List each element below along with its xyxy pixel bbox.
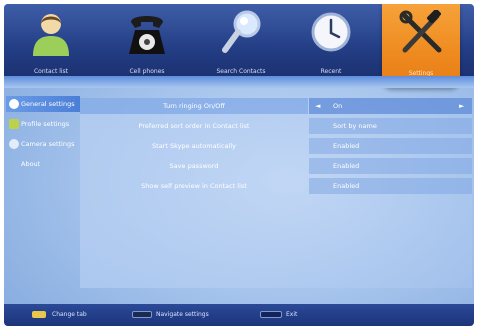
sidebar-item-label: About xyxy=(21,160,41,168)
setting-value-selector[interactable]: ◄ On ► xyxy=(309,98,472,114)
sidebar-item-profile-settings[interactable]: Profile settings xyxy=(6,116,80,132)
camera-settings-icon xyxy=(9,139,19,149)
sidebar-item-label: General settings xyxy=(21,100,75,108)
general-settings-icon xyxy=(9,99,19,109)
sidebar-item-label: Profile settings xyxy=(21,120,70,128)
sidebar-item-label: Camera settings xyxy=(21,140,75,148)
tools-icon xyxy=(399,9,443,58)
yellow-key-icon xyxy=(32,311,46,318)
clock-icon xyxy=(309,10,353,58)
settings-panel: Turn ringing On/Off ◄ On ► Preferred sor… xyxy=(80,98,472,288)
key-hint-bar: Change tab Navigate settings Exit xyxy=(4,304,474,326)
setting-value-selector[interactable]: Enabled xyxy=(309,138,472,154)
setting-value: Sort by name xyxy=(333,122,377,130)
setting-value: Enabled xyxy=(333,182,360,190)
settings-row-self-preview[interactable]: Show self preview in Contact list Enable… xyxy=(80,178,472,194)
tab-label: Recent xyxy=(320,68,342,75)
arrow-right-icon[interactable]: ► xyxy=(459,98,464,114)
setting-value-selector[interactable]: Enabled xyxy=(309,178,472,194)
tab-label: Cell phones xyxy=(129,68,165,75)
hint-navigate-settings: Navigate settings xyxy=(156,311,209,318)
setting-value-selector[interactable]: Sort by name xyxy=(309,118,472,134)
navigation-keys-icon xyxy=(132,311,152,318)
tab-label: Contact list xyxy=(33,68,69,75)
magnifier-icon xyxy=(219,10,263,58)
setting-label: Show self preview in Contact list xyxy=(141,182,247,190)
tab-contact-list[interactable]: Contact list xyxy=(12,8,90,78)
settings-row-ringing[interactable]: Turn ringing On/Off ◄ On ► xyxy=(80,98,472,114)
sidebar-item-about[interactable]: About xyxy=(6,156,80,172)
setting-label: Start Skype automatically xyxy=(152,142,236,150)
person-icon xyxy=(29,10,73,58)
setting-value: On xyxy=(333,102,343,110)
setting-value: Enabled xyxy=(333,142,360,150)
tv-screen: Contact list Cell phones Search Contacts… xyxy=(0,0,478,330)
profile-settings-icon xyxy=(9,119,19,129)
arrow-left-icon[interactable]: ◄ xyxy=(315,98,320,114)
settings-row-start-skype[interactable]: Start Skype automatically Enabled xyxy=(80,138,472,154)
telephone-icon xyxy=(125,10,169,58)
setting-label: Turn ringing On/Off xyxy=(80,98,308,114)
sidebar-item-camera-settings[interactable]: Camera settings xyxy=(6,136,80,152)
top-menu-bar: Contact list Cell phones Search Contacts… xyxy=(4,4,474,88)
tab-search-contacts[interactable]: Search Contacts xyxy=(202,8,280,78)
sidebar-item-general-settings[interactable]: General settings xyxy=(6,96,80,112)
setting-label: Preferred sort order in Contact list xyxy=(138,122,250,130)
tab-recent[interactable]: Recent xyxy=(292,8,370,78)
exit-key-icon xyxy=(260,311,282,318)
setting-value: Enabled xyxy=(333,162,360,170)
setting-value-selector[interactable]: Enabled xyxy=(309,158,472,174)
settings-row-sort-order[interactable]: Preferred sort order in Contact list Sor… xyxy=(80,118,472,134)
menu-divider xyxy=(4,76,474,88)
hint-change-tab: Change tab xyxy=(52,311,87,318)
settings-row-save-password[interactable]: Save password Enabled xyxy=(80,158,472,174)
tab-cell-phones[interactable]: Cell phones xyxy=(108,8,186,78)
tab-label: Search Contacts xyxy=(216,68,266,75)
settings-sidebar: General settings Profile settings Camera… xyxy=(4,96,80,182)
setting-label: Save password xyxy=(169,162,219,170)
skype-settings-screen: Contact list Cell phones Search Contacts… xyxy=(4,4,474,326)
hint-exit: Exit xyxy=(286,311,298,318)
